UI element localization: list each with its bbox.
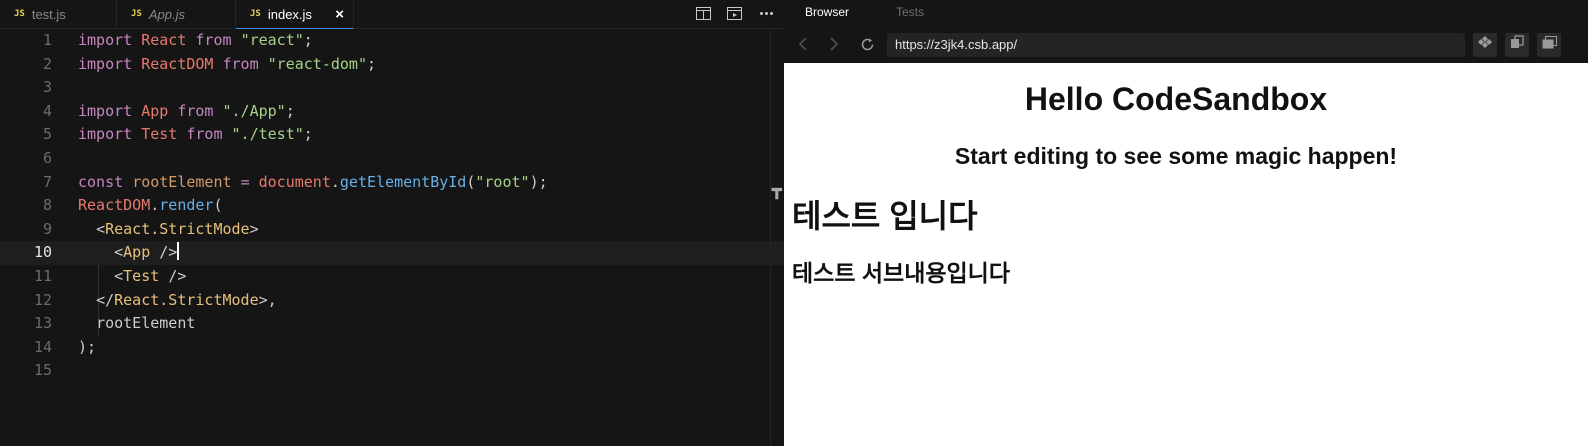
js-file-icon: JS [250, 9, 261, 19]
line-number: 12 [33, 290, 52, 309]
refresh-icon[interactable] [860, 37, 875, 57]
line-number: 9 [42, 219, 52, 238]
js-file-icon: JS [131, 9, 142, 19]
line-number: 11 [33, 267, 52, 285]
preview-icon[interactable] [726, 7, 742, 21]
line-number: 1 [42, 31, 52, 49]
line-number: 8 [42, 196, 52, 215]
diamond-grid-icon[interactable] [1473, 33, 1497, 57]
code-line: 6 [0, 147, 784, 171]
line-number: 4 [42, 101, 52, 120]
code-line: 13 rootElement [0, 312, 784, 336]
line-number: 7 [42, 172, 52, 191]
code-line: 2 import ReactDOM from "react-dom"; [0, 53, 784, 77]
line-number: 14 [33, 337, 52, 356]
page-subheading: Start editing to see some magic happen! [954, 143, 1398, 169]
tab-label: App.js [148, 6, 185, 22]
tab-tests[interactable]: Tests [896, 5, 924, 19]
open-window-icon[interactable] [1537, 33, 1561, 57]
code-editor: JS test.js JS App.js JS index.js × 1 impo… [0, 0, 784, 446]
code-line: 7 const rootElement = document.getElement… [0, 171, 784, 195]
code-line: 4 import App from "./App"; [0, 100, 784, 124]
preview-page: Hello CodeSandbox Start editing to see s… [784, 63, 1588, 446]
tab-test-js[interactable]: JS test.js [0, 0, 117, 28]
copy-icon[interactable] [1505, 33, 1529, 57]
code-line: 8 ReactDOM.render( [0, 194, 784, 218]
tab-label: test.js [31, 6, 66, 22]
code-line: 9 <React.StrictMode> [0, 218, 784, 242]
page-heading: Hello CodeSandbox [1024, 81, 1328, 117]
editor-scrollbar-track[interactable] [770, 29, 771, 446]
editor-tab-bar: JS test.js JS App.js JS index.js × [0, 0, 784, 29]
line-number: 2 [42, 54, 52, 73]
url-input[interactable]: https://z3jk4.csb.app/ [887, 33, 1465, 57]
preview-panel: Browser Tests https://z3jk4.csb.app/ Hel… [784, 0, 1588, 446]
line-number: 15 [33, 361, 52, 380]
line-number: 6 [42, 149, 52, 167]
tab-label: index.js [267, 6, 312, 22]
forward-arrow-icon[interactable] [829, 37, 839, 56]
code-line: 5 import Test from "./test"; [0, 123, 784, 147]
code-line: 1 import React from "react"; [0, 29, 784, 53]
more-icon[interactable] [758, 7, 774, 21]
code-line: 15 [0, 359, 784, 383]
test-subheading: 테스트 서브내용입니다 [792, 260, 1010, 286]
js-file-icon: JS [14, 9, 25, 19]
tab-app-js[interactable]: JS App.js [117, 0, 236, 28]
test-heading: 테스트 입니다 [792, 198, 978, 234]
tab-browser[interactable]: Browser [805, 5, 849, 19]
tab-index-js[interactable]: JS index.js × [236, 0, 354, 29]
browser-address-bar: https://z3jk4.csb.app/ [784, 29, 1588, 63]
code-line: 12 </React.StrictMode>, [0, 289, 784, 313]
line-number: 5 [42, 125, 52, 144]
split-view-icon[interactable] [695, 7, 711, 21]
text-cursor [177, 242, 180, 261]
line-number: 13 [33, 314, 52, 333]
line-number: 3 [42, 78, 52, 97]
code-line-current: 10 <App /> [0, 241, 784, 265]
close-icon[interactable]: × [335, 6, 344, 23]
line-number: 10 [33, 243, 52, 262]
code-line: 11 <Test /> [0, 265, 784, 289]
code-line: 14); [0, 336, 784, 360]
code-line: 3 [0, 76, 784, 100]
back-arrow-icon[interactable] [798, 37, 808, 56]
resize-handle-icon[interactable]: ┳ [772, 180, 782, 200]
